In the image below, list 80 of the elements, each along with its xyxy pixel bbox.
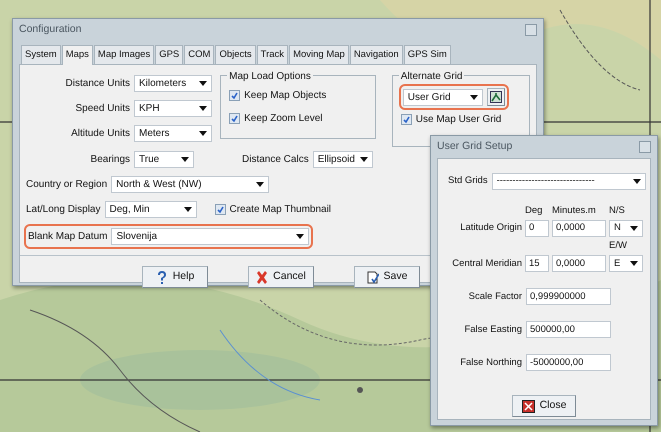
map-tool-icon	[490, 91, 502, 103]
tab[interactable]: GPS Sim	[404, 44, 451, 64]
window-title: Configuration	[19, 22, 82, 37]
tab[interactable]: Maps	[62, 44, 93, 65]
tab[interactable]: Moving Map	[289, 44, 349, 64]
column-header: N/S	[609, 204, 626, 218]
group-title: Map Load Options	[227, 69, 313, 84]
tab[interactable]: Objects	[215, 44, 256, 64]
field-label: Lat/Long Display	[26, 203, 100, 217]
input-field[interactable]: 0,0000	[552, 255, 606, 272]
column-header: Deg	[525, 204, 544, 218]
caret-icon	[470, 94, 478, 100]
input-field[interactable]: 0,999900000	[526, 288, 611, 306]
button[interactable]: Save	[354, 266, 420, 288]
grid-button[interactable]	[486, 88, 505, 106]
caret-icon	[181, 157, 189, 162]
field-label: Speed Units	[74, 102, 130, 116]
field-label: Scale Factor	[468, 290, 522, 304]
checkbox-label: Create Map Thumbnail	[230, 203, 332, 217]
button[interactable]: Cancel	[248, 266, 314, 288]
caret-icon	[296, 234, 304, 239]
checkbox-label: Use Map User Grid	[416, 113, 502, 127]
cancel-icon	[256, 270, 268, 284]
input-field[interactable]: 15	[525, 255, 549, 272]
checkbox-label: Keep Map Objects	[244, 89, 326, 103]
caret-icon	[184, 207, 192, 212]
checkbox-label: Keep Zoom Level	[244, 112, 323, 126]
tab[interactable]: Map Images	[94, 44, 154, 64]
input-field[interactable]: 500000,00	[526, 321, 611, 338]
tab[interactable]: Navigation	[350, 44, 403, 64]
field-label: Distance Units	[64, 77, 130, 91]
close-icon	[522, 400, 535, 413]
checkbox[interactable]	[229, 90, 240, 101]
column-header: Minutes.m	[552, 204, 597, 218]
field-label: False Easting	[463, 322, 522, 337]
checkbox[interactable]	[229, 113, 240, 124]
dropdown[interactable]: Slovenija	[111, 228, 310, 245]
dropdown[interactable]: N	[609, 220, 643, 237]
caret-icon	[199, 106, 207, 111]
field-label: False Northing	[459, 356, 522, 370]
input-field[interactable]: -5000000,00	[526, 354, 611, 372]
field-label: Std Grids	[448, 174, 488, 188]
field-label: Altitude Units	[70, 127, 130, 141]
input-field[interactable]: 0	[525, 220, 549, 237]
field-label: Blank Map Datum	[28, 230, 108, 244]
checkbox[interactable]	[214, 204, 226, 215]
checkbox[interactable]	[400, 114, 412, 125]
dropdown[interactable]: True	[134, 151, 194, 168]
help-icon	[156, 270, 168, 284]
input-field[interactable]: 0,0000	[552, 220, 606, 237]
caret-icon	[630, 261, 638, 266]
tab[interactable]: Track	[256, 44, 288, 64]
dropdown[interactable]: Deg, Min	[104, 201, 196, 218]
caret-icon	[199, 131, 207, 136]
window-title: User Grid Setup	[437, 139, 512, 154]
field-label: Bearings	[90, 153, 130, 167]
tab[interactable]: GPS	[155, 44, 184, 64]
dropdown[interactable]: Kilometers	[134, 75, 212, 92]
dropdown[interactable]: E	[609, 255, 643, 272]
caret-icon	[256, 182, 264, 187]
dropdown[interactable]: KPH	[134, 100, 212, 117]
dropdown[interactable]: Meters	[134, 125, 212, 142]
field-label: Latitude Origin	[459, 221, 522, 236]
caret-icon	[630, 226, 638, 231]
caret-icon	[633, 178, 641, 184]
button[interactable]: Help	[142, 266, 208, 288]
close-button[interactable]: Close	[512, 395, 576, 418]
dropdown[interactable]: Ellipsoid	[312, 151, 373, 168]
dropdown[interactable]: North & West (NW)	[111, 176, 270, 193]
field-label: Central Meridian	[451, 256, 522, 271]
column-header: E/W	[609, 239, 628, 253]
document-check-icon	[366, 270, 379, 284]
dropdown[interactable]: -------------------------------	[492, 172, 646, 190]
caret-icon	[360, 157, 368, 162]
tab[interactable]: System	[21, 44, 61, 64]
field-label: Distance Calcs	[242, 153, 309, 167]
caret-icon	[199, 81, 207, 86]
tab[interactable]: COM	[184, 44, 214, 64]
dropdown[interactable]: User Grid	[402, 88, 483, 106]
field-label: Country or Region	[26, 178, 108, 192]
